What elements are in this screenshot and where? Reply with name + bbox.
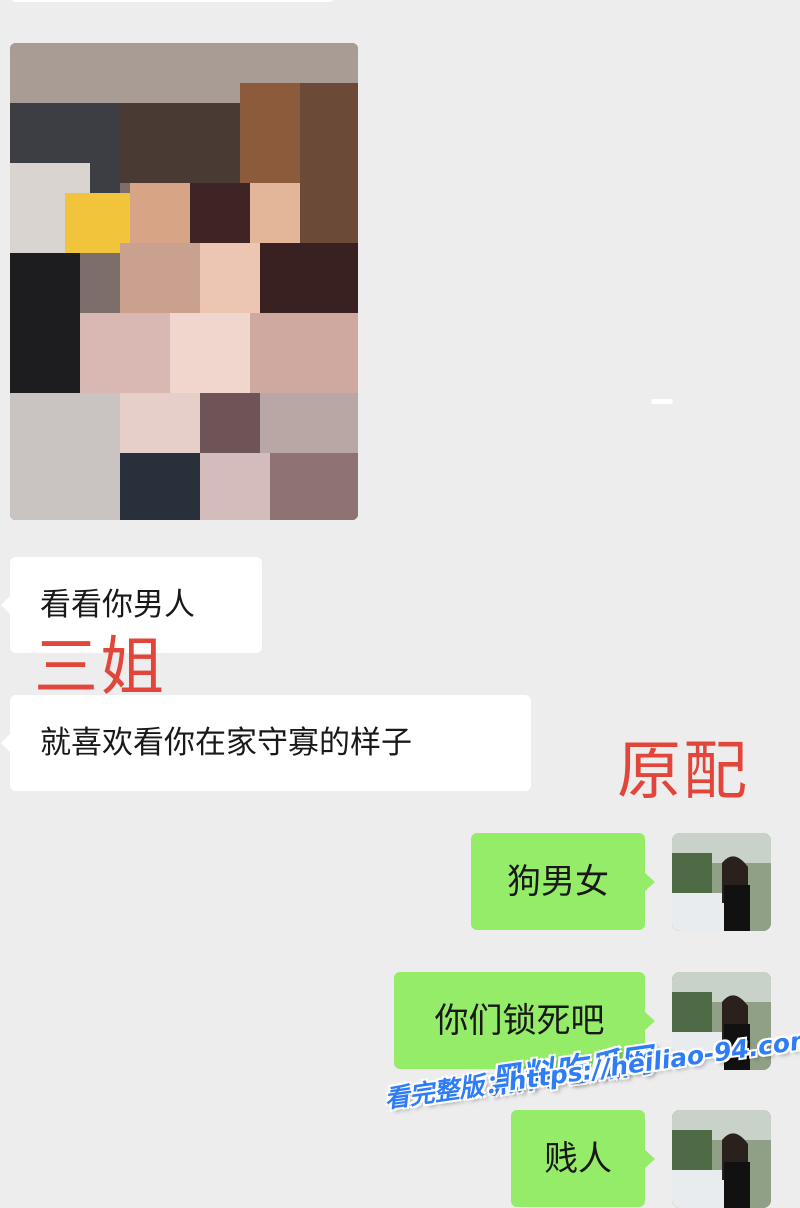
message-text: 看看你男人 bbox=[40, 586, 195, 623]
avatar[interactable] bbox=[672, 833, 771, 931]
incoming-message-bubble[interactable]: 就喜欢看你在家守寡的样子 bbox=[1, 695, 531, 791]
divider-mark bbox=[651, 399, 673, 404]
pixelated-photo-icon bbox=[10, 43, 358, 520]
message-text: 贱人 bbox=[544, 1138, 612, 1179]
outgoing-message-bubble[interactable]: 贱人 bbox=[511, 1110, 655, 1207]
user-avatar-photo-icon bbox=[672, 1110, 771, 1208]
sender-caption-left: 三姐 bbox=[34, 631, 166, 705]
message-text: 你们锁死吧 bbox=[434, 1000, 605, 1041]
message-text: 就喜欢看你在家守寡的样子 bbox=[40, 724, 412, 761]
user-avatar-photo-icon bbox=[672, 833, 771, 931]
sender-caption-right: 原配 bbox=[617, 735, 749, 809]
image-message[interactable] bbox=[10, 43, 358, 520]
outgoing-message-bubble[interactable]: 狗男女 bbox=[471, 833, 655, 930]
avatar[interactable] bbox=[672, 1110, 771, 1208]
watermark-url-prefix: 看完整版： bbox=[382, 1067, 511, 1114]
previous-message-bubble bbox=[10, 0, 335, 2]
message-text: 狗男女 bbox=[507, 861, 609, 902]
